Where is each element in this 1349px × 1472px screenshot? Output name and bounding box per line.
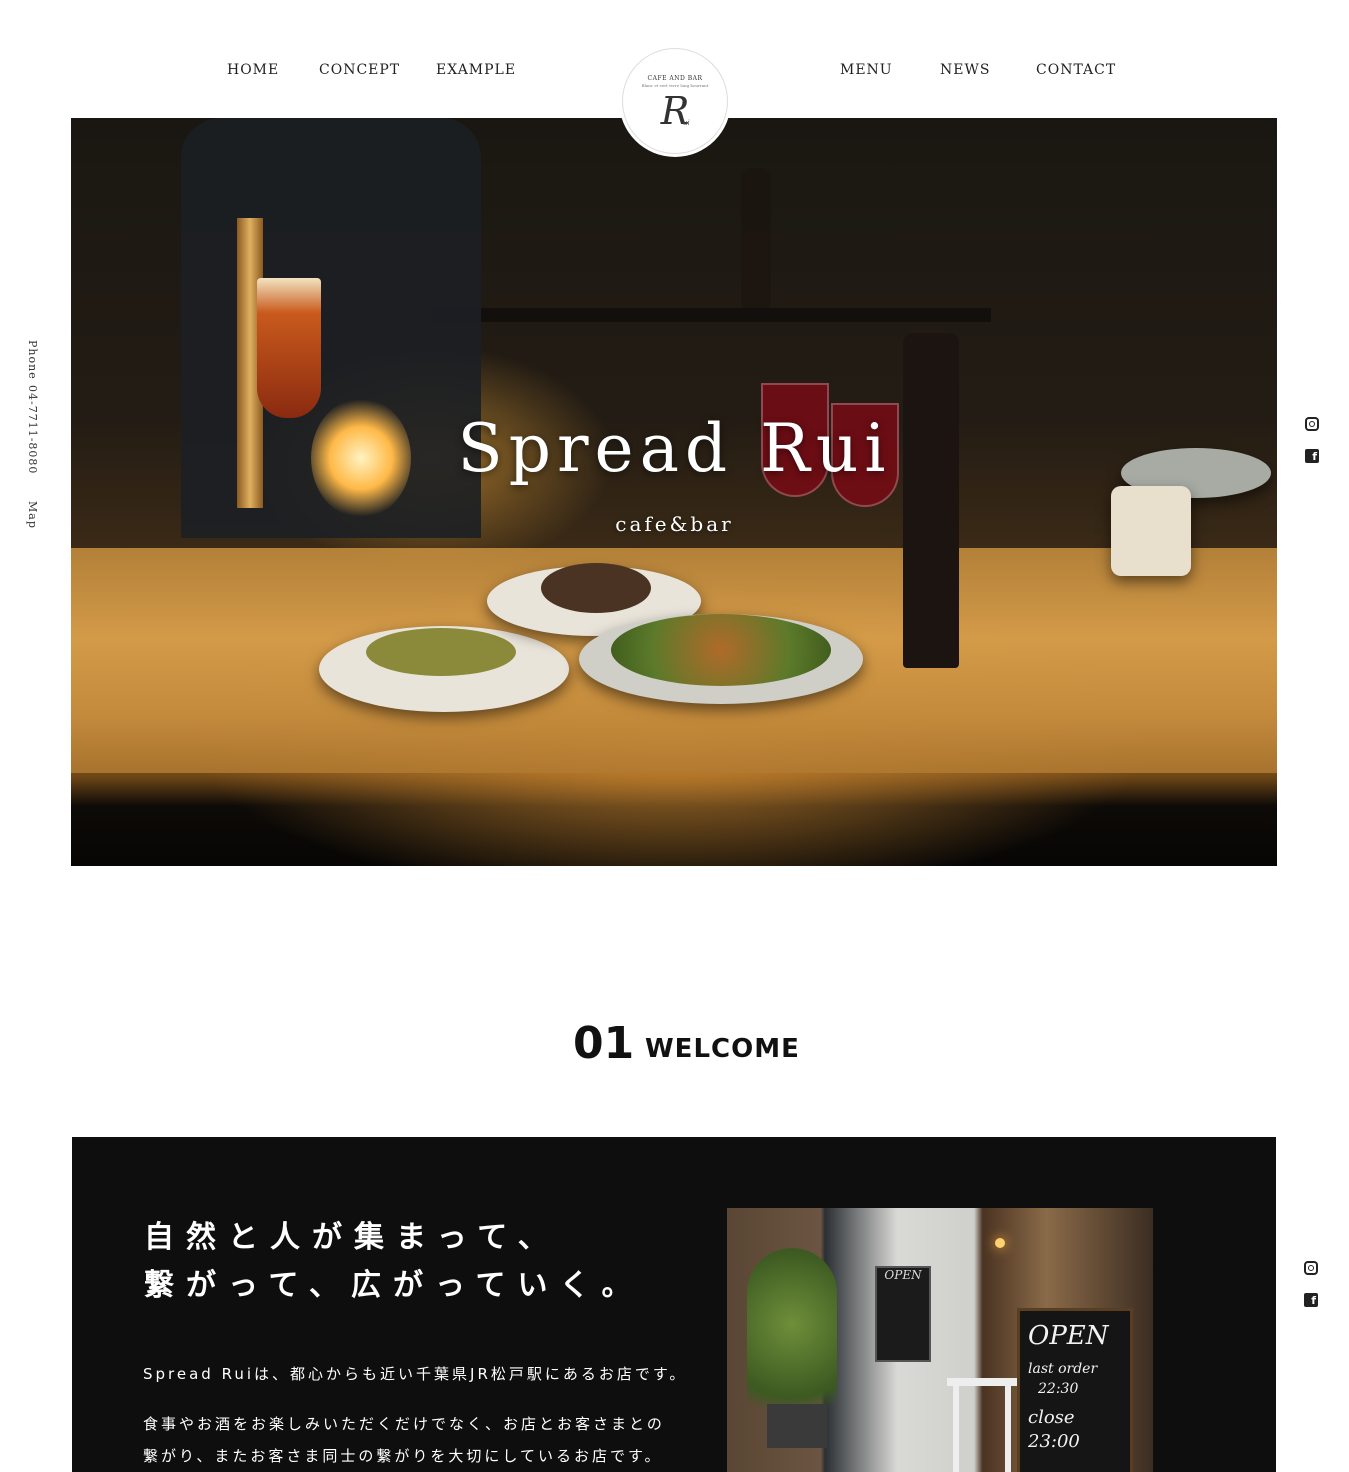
instagram-icon[interactable] <box>1304 1261 1318 1275</box>
welcome-body-line-3: 繋がり、またお客さま同士の繋がりを大切にしているお店です。 <box>143 1447 663 1465</box>
board-last-order: last order <box>1028 1361 1098 1377</box>
hero-food-2 <box>541 563 651 613</box>
hero-food-3 <box>611 614 831 686</box>
side-phone-number[interactable]: 04-7711-8080 <box>26 385 39 474</box>
board-close: close <box>1028 1407 1075 1428</box>
welcome-heading-line-2: 繋がって、広がっていく。 <box>144 1268 644 1303</box>
site-logo[interactable]: CAFE AND BAR Blanc et vert vivre long bo… <box>622 48 728 154</box>
hero-title: Spread Rui <box>457 410 892 487</box>
shop-front-photo: OPEN OPEN last order 22:30 close 23:00 <box>727 1208 1153 1472</box>
logo-subtagline: Blanc et vert vivre long bourrant <box>641 83 709 88</box>
logo-tagline: CAFE AND BAR <box>647 75 703 82</box>
nav-example[interactable]: EXAMPLE <box>436 62 516 78</box>
photo-small-signboard: OPEN <box>875 1266 931 1362</box>
nav-home[interactable]: HOME <box>227 62 279 78</box>
photo-stool-leg-2 <box>1005 1386 1011 1472</box>
photo-lamp <box>995 1238 1005 1248</box>
hero-subtitle: cafe&bar <box>615 512 734 536</box>
side-map-link[interactable]: Map <box>26 501 39 529</box>
board-close-time: 23:00 <box>1028 1431 1080 1452</box>
logo-mark: R <box>660 89 690 133</box>
photo-signboard: OPEN last order 22:30 close 23:00 <box>1017 1308 1133 1472</box>
nav-menu[interactable]: MENU <box>840 62 893 78</box>
instagram-icon[interactable] <box>1305 417 1319 431</box>
photo-stool-leg-1 <box>953 1386 959 1472</box>
welcome-body-line-2: 食事やお酒をお楽しみいただくだけでなく、お店とお客さまとの <box>143 1415 665 1433</box>
hero-food-1 <box>366 628 516 676</box>
hero-shelf-bottle <box>741 168 771 308</box>
hero-image <box>71 118 1277 866</box>
board-last-order-time: 22:30 <box>1038 1381 1079 1397</box>
section-number: 01 <box>573 1018 635 1069</box>
facebook-icon[interactable]: f <box>1304 1293 1318 1307</box>
photo-plant-pot <box>767 1404 827 1448</box>
welcome-heading-line-1: 自然と人が集まって、 <box>144 1220 560 1255</box>
side-phone-label: Phone <box>26 340 39 380</box>
logo-mark-suffix: ui <box>683 119 690 127</box>
hero-shelf <box>431 308 991 322</box>
welcome-body-line-1: Spread Ruiは、都心からも近い千葉県JR松戸駅にあるお店です。 <box>143 1365 688 1383</box>
photo-stool-top <box>947 1378 1017 1386</box>
nav-concept[interactable]: CONCEPT <box>319 62 400 78</box>
board-open: OPEN <box>1028 1321 1109 1351</box>
nav-contact[interactable]: CONTACT <box>1036 62 1116 78</box>
small-board-text: OPEN <box>884 1268 922 1282</box>
facebook-icon[interactable]: f <box>1305 449 1319 463</box>
section-title: WELCOME <box>645 1034 800 1064</box>
hero-wine-bottle <box>903 333 959 668</box>
nav-news[interactable]: NEWS <box>940 62 990 78</box>
hero-beer-glass <box>257 278 321 418</box>
